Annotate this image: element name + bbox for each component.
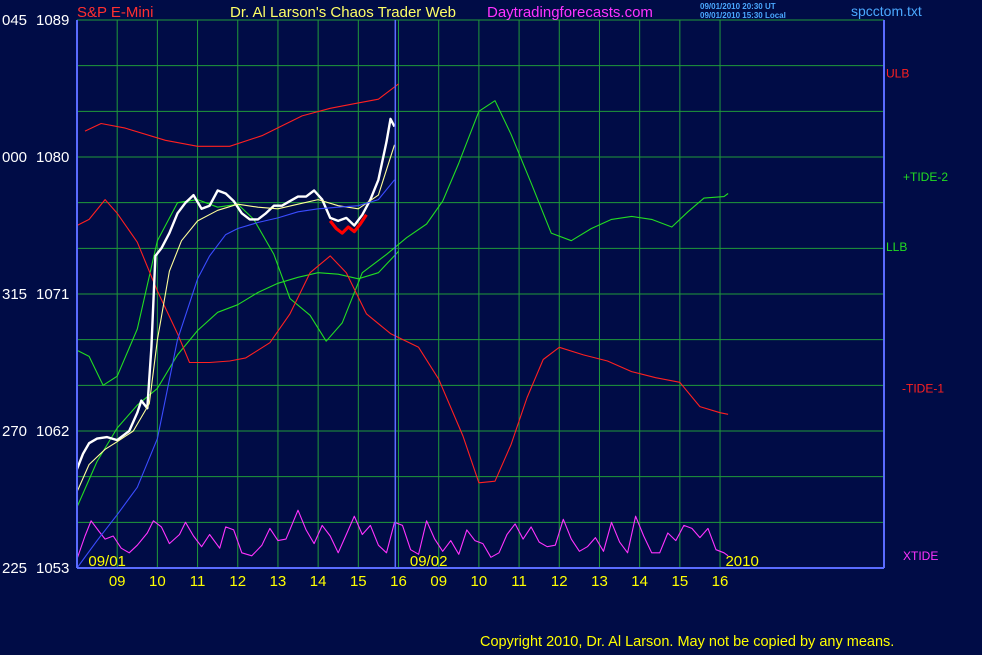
x-tick-label: 13: [591, 573, 608, 590]
x-tick-label: 14: [310, 573, 327, 590]
chart-canvas: 045 1089 000 1080 315 1071 270 1062 225 1053 09 10 1…: [0, 0, 982, 650]
x-tick-label: 11: [190, 573, 206, 590]
x-tick-label: 11: [511, 573, 527, 590]
y-tick-label-right: 1089: [36, 12, 69, 29]
x-date-label: 09/01: [88, 553, 126, 570]
y-tick-label-left: 000: [2, 149, 27, 166]
x-tick-label: 09: [109, 573, 126, 590]
x-tick-label: 09: [430, 573, 447, 590]
timestamp-ut: 09/01/2010 20:30 UT: [700, 2, 776, 11]
y-tick-label-right: 1062: [36, 423, 69, 440]
x-tick-label: 10: [471, 573, 488, 590]
series-label: ULB: [886, 66, 909, 80]
y-tick-label-right: 1053: [36, 560, 69, 577]
series-label: +TIDE-2: [903, 170, 948, 184]
x-tick-label: 16: [712, 573, 729, 590]
series-label: LLB: [886, 240, 907, 254]
y-tick-label-right: 1071: [36, 286, 69, 303]
x-tick-label: 12: [229, 573, 246, 590]
file-name: spcctom.txt: [851, 3, 922, 19]
x-date-label: 09/02: [410, 553, 448, 570]
x-tick-label: 12: [551, 573, 568, 590]
copyright-notice: Copyright 2010, Dr. Al Larson. May not b…: [480, 634, 894, 650]
y-tick-label-left: 225: [2, 560, 27, 577]
chart-title-symbol: S&P E-Mini: [77, 4, 153, 21]
series-label: XTIDE: [903, 549, 938, 563]
chart-title: Dr. Al Larson's Chaos Trader Web: [230, 4, 456, 21]
x-tick-label: 14: [631, 573, 648, 590]
chart-background: [0, 0, 982, 650]
website-link[interactable]: Daytradingforecasts.com: [487, 4, 653, 21]
y-tick-label-right: 1080: [36, 149, 69, 166]
y-tick-label-left: 315: [2, 286, 27, 303]
x-tick-label: 15: [350, 573, 367, 590]
y-tick-label-left: 270: [2, 423, 27, 440]
x-tick-label: 15: [671, 573, 688, 590]
timestamp-local: 09/01/2010 15:30 Local: [700, 11, 786, 20]
x-tick-label: 16: [390, 573, 407, 590]
x-tick-label: 10: [149, 573, 166, 590]
x-date-label: 2010: [725, 553, 758, 570]
x-tick-label: 13: [270, 573, 287, 590]
series-label: -TIDE-1: [902, 381, 944, 395]
chart-window: 045 1089 000 1080 315 1071 270 1062 225 1053 09 10 1…: [0, 0, 982, 650]
y-tick-label-left: 045: [2, 12, 27, 29]
